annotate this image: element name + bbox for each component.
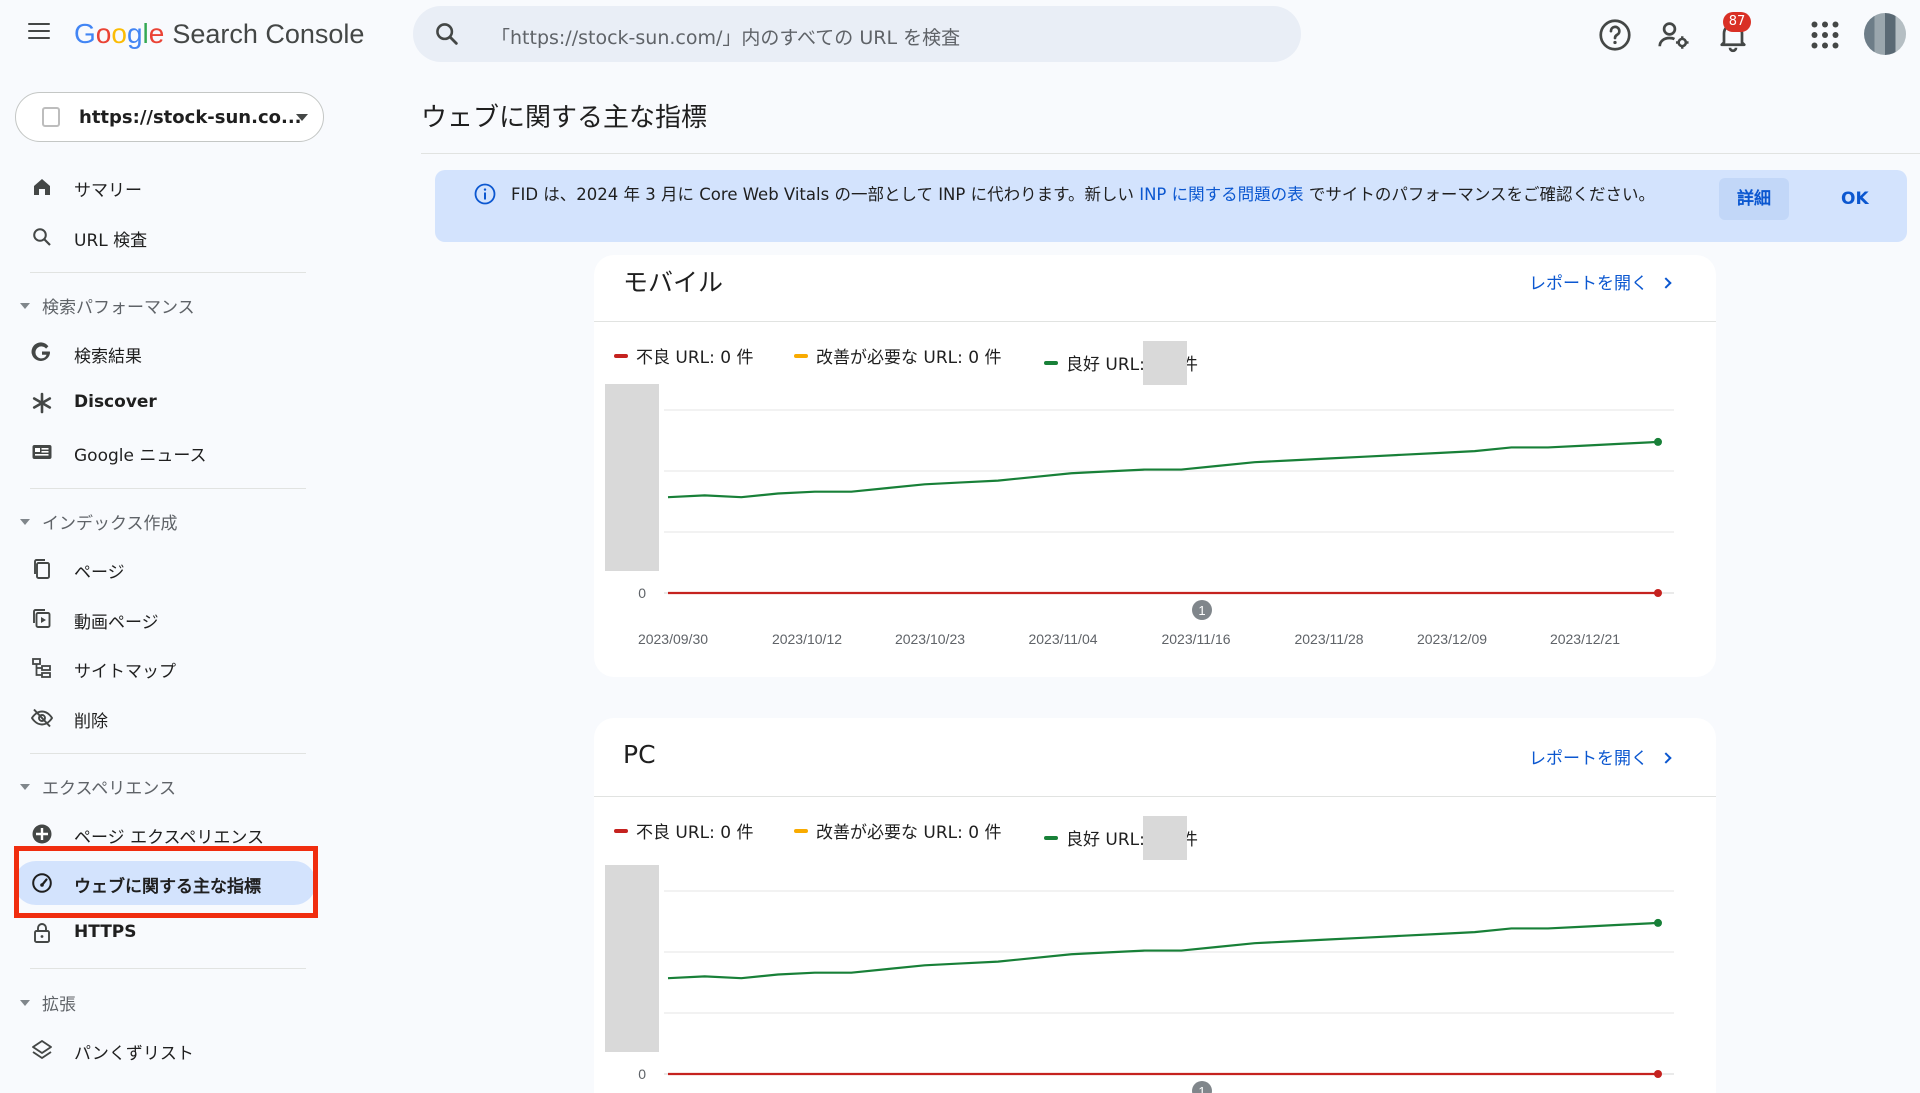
news-icon: [32, 445, 52, 459]
annotation-marker: 1: [1192, 600, 1212, 620]
section-enhancements[interactable]: 拡張: [20, 990, 76, 1015]
search-icon: [33, 228, 51, 246]
x-tick-label: 2023/12/21: [1550, 631, 1620, 647]
sidebar-divider: [30, 272, 306, 273]
x-tick-label: 2023/12/09: [1417, 631, 1487, 647]
chevron-right-icon: [1660, 752, 1672, 764]
sidebar-item-discover[interactable]: Discover: [14, 381, 316, 425]
user-settings-icon[interactable]: [1656, 17, 1692, 53]
series-endpoint: [1654, 589, 1662, 597]
series-endpoint: [1654, 918, 1662, 927]
banner-message: FID は、2024 年 3 月に Core Web Vitals の一部として…: [511, 185, 1656, 204]
property-icon: [42, 107, 60, 127]
info-icon: [474, 183, 496, 205]
sidebar-divider: [30, 753, 306, 754]
sidebar-item-pages[interactable]: ページ: [14, 547, 316, 591]
home-icon: [34, 179, 50, 195]
chevron-right-icon: [1660, 277, 1672, 289]
x-tick-label: 2023/09/30: [638, 631, 708, 647]
layers-icon: [32, 1040, 52, 1059]
card-title: モバイル: [623, 268, 724, 297]
help-icon[interactable]: [1597, 17, 1633, 53]
x-tick-label: 2023/10/23: [895, 631, 965, 647]
sitemap-icon: [32, 658, 51, 678]
series-line: [667, 440, 1659, 499]
pc-core-web-vitals-chart: 01: [605, 865, 1674, 1093]
inp-issues-link[interactable]: INP に関する問題の表: [1139, 185, 1303, 204]
asterisk-icon: [32, 392, 52, 414]
annotation-highlight-box: [14, 846, 318, 918]
removals-icon: [30, 708, 54, 728]
sidebar-item-removals[interactable]: 削除: [14, 696, 316, 740]
x-tick-label: 2023/11/28: [1294, 631, 1363, 647]
sidebar-item-url-inspection[interactable]: URL 検査: [14, 215, 316, 259]
sidebar-item-sitemaps[interactable]: サイトマップ: [14, 646, 316, 690]
annotation-marker-label: 1: [1198, 1084, 1205, 1093]
legend-item-needs-improvement[interactable]: 改善が必要な URL: 0 件: [794, 343, 1001, 368]
mobile-core-web-vitals-chart: 0 1 2023/09/30 2023/10/12 2023/10/23 2023/11/…: [605, 384, 1674, 647]
section-search-performance[interactable]: 検索パフォーマンス: [20, 293, 195, 318]
lock-icon: [34, 923, 50, 943]
video-pages-icon: [33, 609, 51, 628]
property-selector[interactable]: https://stock-sun.co...: [15, 92, 324, 142]
legend-item-bad[interactable]: 不良 URL: 0 件: [614, 343, 753, 368]
y-tick-label: 0: [638, 1066, 646, 1082]
section-indexing[interactable]: インデックス作成: [20, 509, 178, 534]
notification-count-badge: 87: [1723, 12, 1751, 32]
url-inspection-search-input[interactable]: 「https://stock-sun.com/」内のすべての URL を検査: [413, 6, 1301, 62]
redacted-value: [1142, 816, 1187, 860]
fid-inp-notice-banner: FID は、2024 年 3 月に Core Web Vitals の一部として…: [435, 170, 1907, 242]
product-name: Search Console: [172, 19, 365, 49]
top-app-bar: Google Search Console 「https://stock-sun.…: [0, 0, 1920, 70]
annotation-marker: 1: [1192, 1081, 1212, 1093]
apps-grid-icon[interactable]: [1807, 17, 1843, 53]
y-tick-label: 0: [638, 585, 646, 601]
section-experience[interactable]: エクスペリエンス: [20, 774, 176, 799]
series-endpoint: [1654, 437, 1662, 446]
google-g-icon: [31, 342, 50, 361]
page-experience-icon: [32, 824, 52, 844]
dropdown-arrow-icon: [296, 114, 308, 121]
sidebar-item-video-pages[interactable]: 動画ページ: [14, 597, 316, 641]
x-tick-label: 2023/11/04: [1028, 631, 1097, 647]
main-menu-button[interactable]: [22, 18, 56, 52]
open-report-link[interactable]: レポートを開く: [1529, 744, 1672, 769]
open-report-link[interactable]: レポートを開く: [1529, 269, 1672, 294]
legend-item-needs-improvement[interactable]: 改善が必要な URL: 0 件: [794, 818, 1001, 843]
details-button[interactable]: 詳細: [1719, 178, 1789, 220]
page-title: ウェブに関する主な指標: [421, 103, 708, 133]
ok-button[interactable]: OK: [1823, 178, 1887, 220]
redacted-y-axis-labels: [605, 865, 659, 1052]
card-header-divider: [594, 796, 1716, 797]
account-avatar[interactable]: [1864, 13, 1906, 55]
search-console-logo[interactable]: Google Search Console: [74, 18, 364, 50]
sidebar-divider: [30, 968, 306, 969]
property-label: https://stock-sun.co...: [79, 107, 302, 128]
series-line: [667, 921, 1659, 980]
x-tick-label: 2023/11/16: [1161, 631, 1230, 647]
mobile-chart-card: モバイル レポートを開く 不良 URL: 0 件 改善が必要な URL: 0 件…: [594, 255, 1716, 677]
legend-item-bad[interactable]: 不良 URL: 0 件: [614, 818, 753, 843]
sidebar-item-search-results[interactable]: 検索結果: [14, 331, 316, 375]
sidebar-item-summary[interactable]: サマリー: [14, 165, 316, 209]
annotation-marker-label: 1: [1198, 603, 1205, 618]
title-divider: [421, 153, 1920, 154]
sidebar-item-google-news[interactable]: Google ニュース: [14, 430, 316, 474]
series-endpoint: [1654, 1070, 1662, 1078]
card-title: PC: [623, 740, 656, 769]
sidebar-item-breadcrumbs[interactable]: パンくずリスト: [14, 1028, 316, 1072]
card-header-divider: [594, 321, 1716, 322]
x-tick-label: 2023/10/12: [772, 631, 842, 647]
search-icon: [436, 23, 458, 45]
search-placeholder: 「https://stock-sun.com/」内のすべての URL を検査: [491, 27, 961, 49]
pc-chart-card: PC レポートを開く 不良 URL: 0 件 改善が必要な URL: 0 件 良…: [594, 718, 1716, 1093]
redacted-y-axis-labels: [605, 384, 659, 571]
pages-icon: [34, 559, 50, 579]
sidebar-divider: [30, 488, 306, 489]
